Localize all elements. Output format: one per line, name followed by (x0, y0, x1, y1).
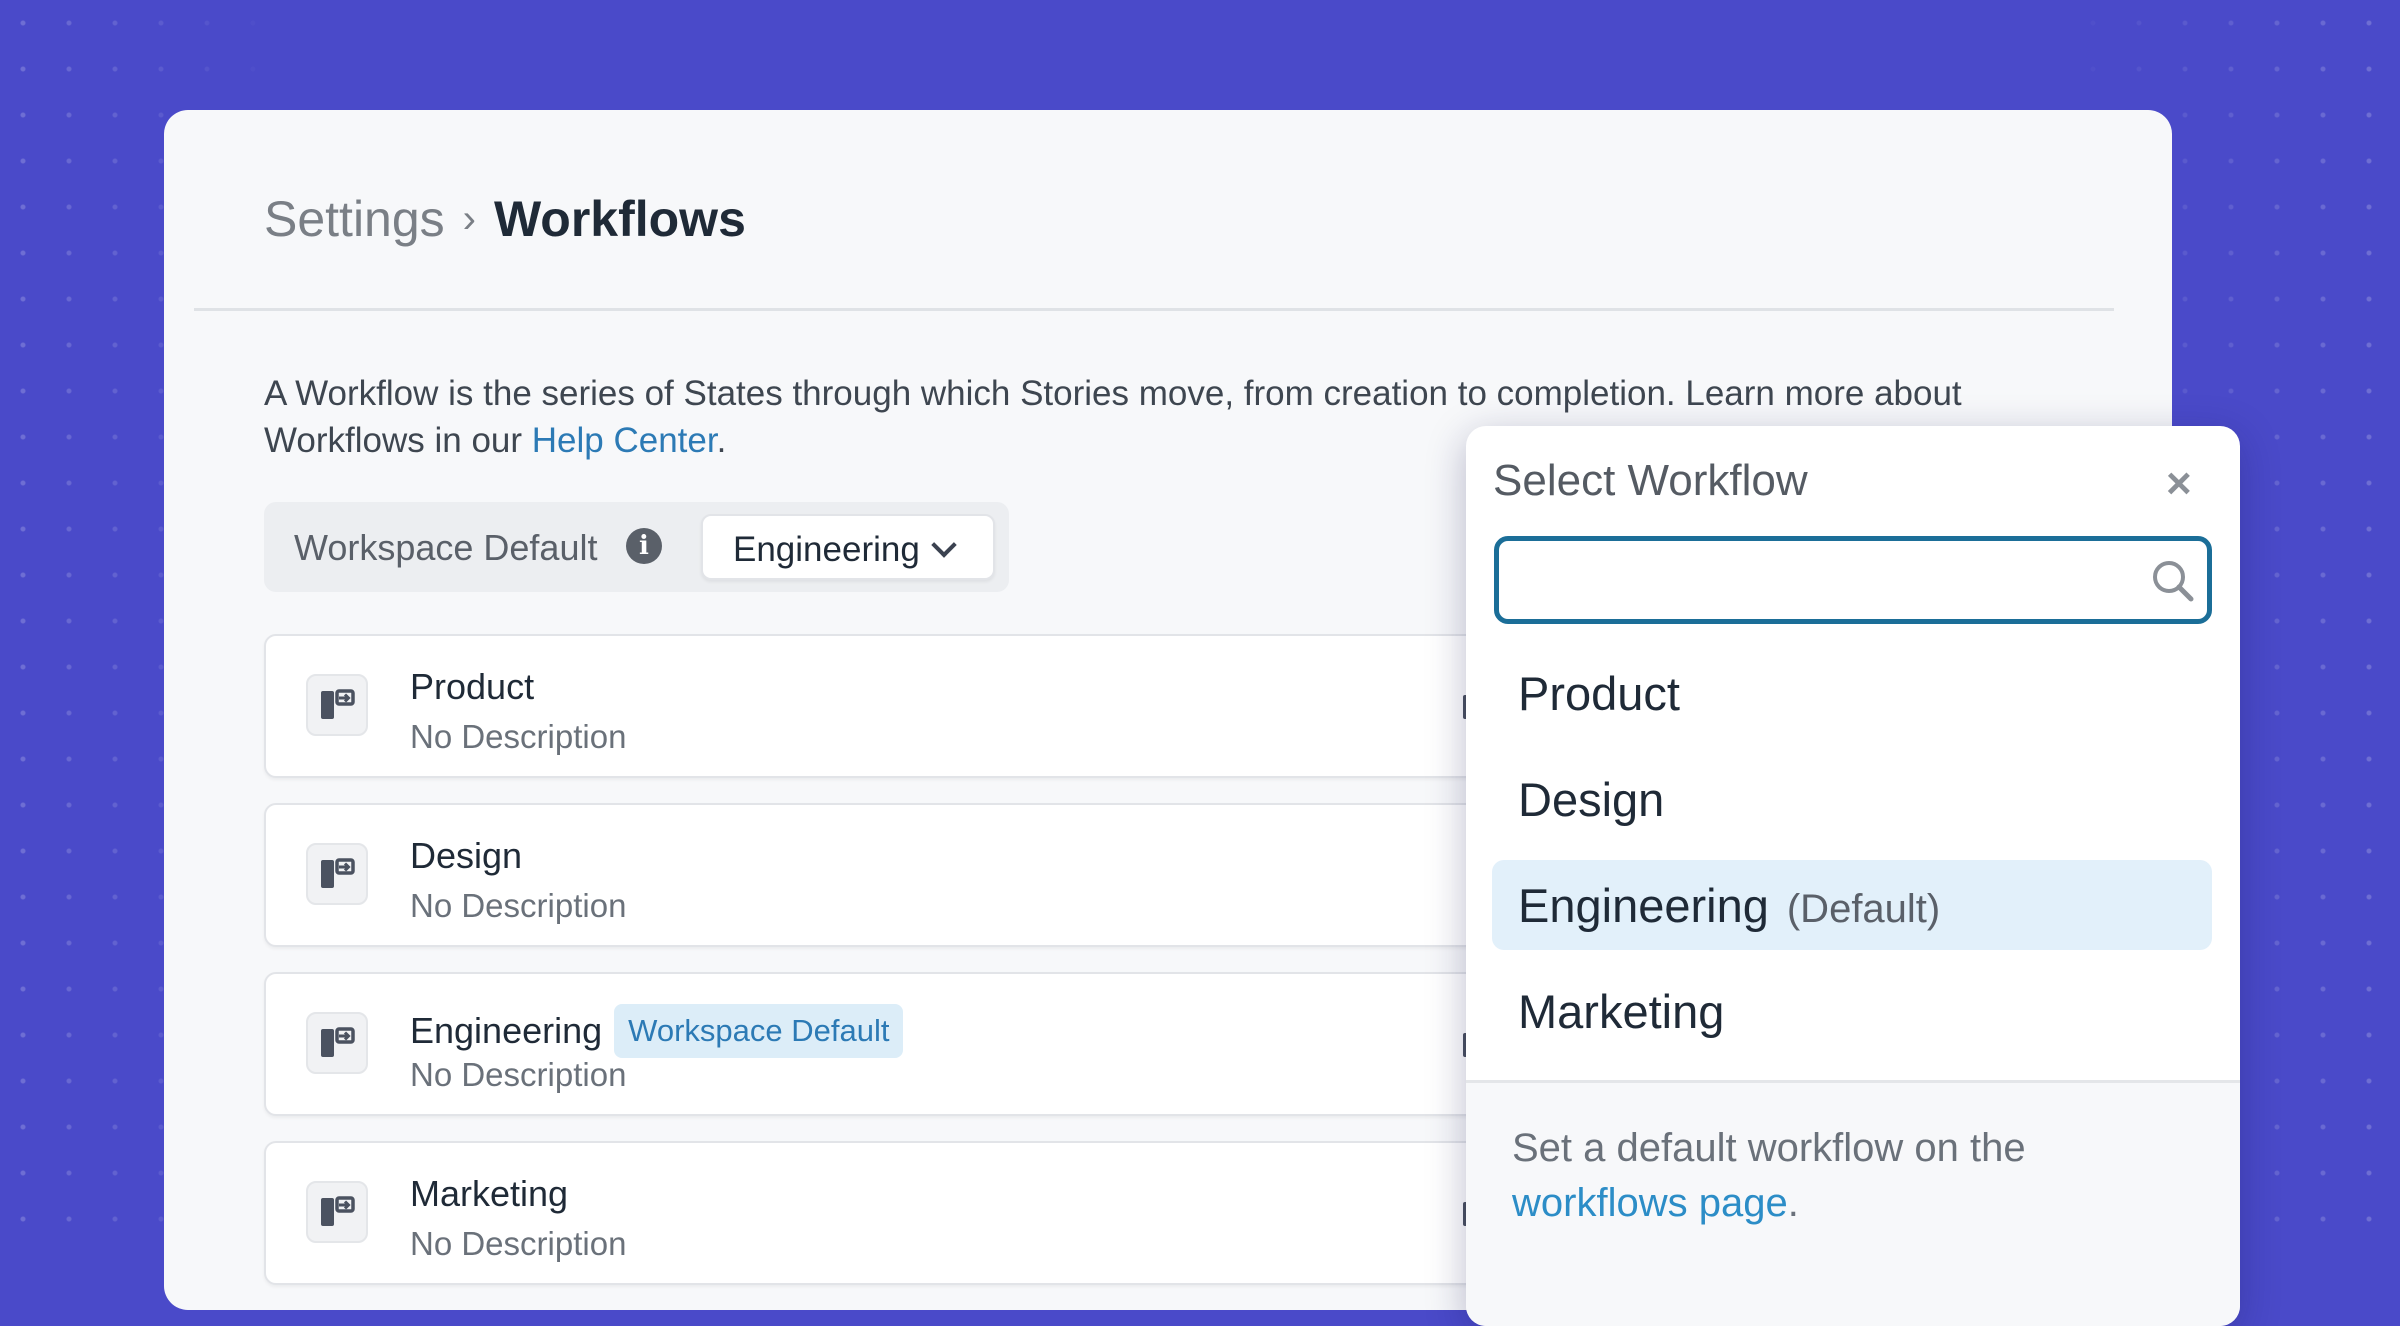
info-icon[interactable]: i (626, 528, 662, 564)
option-label-text: Design (1518, 773, 1665, 826)
workspace-default-select[interactable]: Engineering (701, 514, 995, 580)
chevron-down-icon (931, 532, 957, 558)
workspace-default-badge: Workspace Default (614, 1004, 904, 1058)
popover-footer: Set a default workflow on the workflows … (1466, 1080, 2240, 1326)
workflow-option[interactable]: Design (1492, 754, 2212, 844)
workflow-description: No Description (410, 887, 627, 924)
workflow-option-label: Design (1518, 772, 1664, 827)
breadcrumb: Settings › Workflows (264, 190, 746, 248)
workflow-name: Marketing (410, 1173, 568, 1215)
close-icon[interactable]: × (2166, 462, 2192, 506)
workflow-option-label: Product (1518, 666, 1680, 721)
workflow-icon (306, 1012, 368, 1074)
workflow-icon (306, 1181, 368, 1243)
workflow-icon (306, 843, 368, 905)
header-divider (194, 308, 2114, 311)
footer-end: . (1787, 1181, 1799, 1225)
workflow-option[interactable]: Marketing (1492, 966, 2212, 1056)
workflow-option[interactable]: Engineering (Default) (1492, 860, 2212, 950)
workflow-search-input[interactable] (1519, 551, 2123, 613)
workflow-search-field (1494, 536, 2212, 624)
popover-title: Select Workflow (1493, 456, 1808, 505)
option-label-text: Product (1518, 667, 1680, 720)
workspace-default-selected: Engineering (733, 530, 920, 569)
option-label-text: Engineering (1518, 879, 1769, 932)
workflow-name-text: Product (410, 666, 535, 707)
popover-footer-text: Set a default workflow on the workflows … (1512, 1121, 2192, 1231)
workflow-name: Product (410, 666, 534, 708)
intro-end: . (716, 421, 727, 460)
workflow-description: No Description (410, 1225, 627, 1262)
workflow-name: Engineering Workspace Default (410, 1004, 904, 1058)
page-title: Workflows (494, 191, 746, 247)
breadcrumb-separator-icon: › (462, 196, 476, 241)
workflow-name-text: Engineering (410, 1010, 603, 1051)
workflow-option[interactable]: Product (1492, 648, 2212, 738)
option-default-suffix: (Default) (1786, 887, 1941, 931)
option-label-text: Marketing (1518, 985, 1725, 1038)
workspace-default-bar: Workspace Default i Engineering (264, 502, 1009, 592)
workflow-description: No Description (410, 1056, 627, 1093)
workflow-option-label: Engineering (Default) (1518, 878, 1940, 933)
help-center-link[interactable]: Help Center (532, 421, 717, 460)
workflow-name-text: Design (410, 835, 523, 876)
search-icon (2149, 557, 2197, 610)
select-workflow-popover: Select Workflow × Product Design Engineeri… (1466, 426, 2240, 1326)
workflows-page-link[interactable]: workflows page (1512, 1181, 1788, 1225)
workflow-description: No Description (410, 718, 627, 755)
workflow-name-text: Marketing (410, 1173, 569, 1214)
workflow-icon (306, 674, 368, 736)
workflow-name: Design (410, 835, 522, 877)
breadcrumb-settings-link[interactable]: Settings (264, 190, 445, 248)
footer-text: Set a default workflow on the (1512, 1126, 2026, 1170)
workflow-option-label: Marketing (1518, 984, 1724, 1039)
workspace-default-label: Workspace Default (294, 527, 598, 568)
